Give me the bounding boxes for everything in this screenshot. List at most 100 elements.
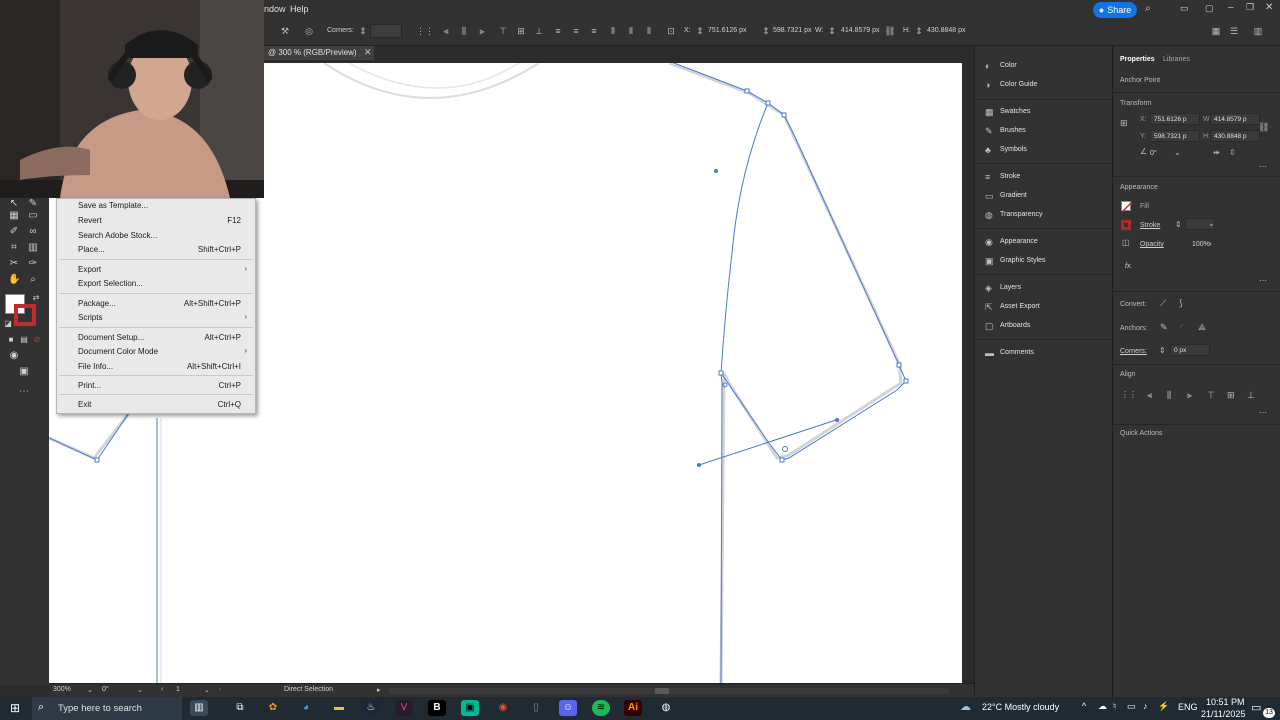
obs-icon[interactable]: ◍ — [657, 700, 675, 716]
more-options-icon[interactable]: ⋯ — [1259, 162, 1267, 171]
direct-selection-icon[interactable]: ↖ — [8, 198, 20, 210]
edge-icon[interactable]: ◕ — [297, 700, 315, 716]
connect-anchors-icon[interactable]: ⟁ — [1198, 322, 1206, 333]
app-green-icon[interactable]: ▣ — [461, 700, 479, 716]
notification-icon[interactable]: ▭ — [1251, 701, 1261, 714]
none-icon[interactable]: ⊘ — [31, 334, 43, 346]
fill-swatch[interactable] — [1121, 201, 1133, 213]
illustrator-icon[interactable]: Ai — [624, 700, 642, 716]
books-icon[interactable]: ▥ — [190, 700, 208, 716]
discord-icon[interactable]: ☺ — [559, 700, 577, 716]
arrange-icon[interactable]: ▢ — [1205, 3, 1214, 14]
panel-appearance[interactable]: ◉ Appearance — [985, 235, 1105, 251]
search-icon[interactable]: ⌕ — [1145, 3, 1151, 14]
menu-item-document-setup[interactable]: Document Setup... Alt+Ctrl+P — [57, 331, 255, 345]
link-icon[interactable]: ⛓ — [884, 26, 896, 36]
align-top-icon[interactable]: ⊤ — [497, 26, 509, 36]
convert-corner-icon[interactable]: ⟋ — [1160, 298, 1166, 309]
app-gray-icon[interactable]: ▯ — [527, 700, 545, 716]
steam-icon[interactable]: ♨ — [362, 700, 380, 716]
distribute-bottom-icon[interactable]: ≡ — [588, 26, 600, 36]
panel-brushes[interactable]: ✎ Brushes — [985, 124, 1105, 140]
panel-color[interactable]: ◐ Color — [985, 59, 1105, 75]
taskbar-search-box[interactable]: ⌕ Type here to search — [32, 697, 182, 720]
menu-item-revert[interactable]: Revert F12 — [57, 214, 255, 228]
rectangle-icon[interactable]: ▭ — [27, 210, 39, 222]
slice-icon[interactable]: ✂ — [8, 258, 20, 270]
align-right-icon[interactable]: ⫸ — [476, 26, 488, 36]
task-view-icon[interactable]: ⧉ — [231, 700, 249, 716]
zoom-icon[interactable]: ⌕ — [27, 274, 39, 286]
windows-start-icon[interactable]: ⊞ — [10, 701, 20, 715]
blend-icon[interactable]: ∞ — [27, 226, 39, 238]
globe-icon[interactable]: ◎ — [303, 26, 315, 36]
stepper-icon[interactable]: ⇕ — [1175, 220, 1182, 229]
align-middle-icon[interactable]: ⊞ — [1227, 390, 1235, 401]
chevron-down-icon[interactable]: ⌄ — [1174, 148, 1181, 157]
convert-smooth-icon[interactable]: ⟆ — [1179, 298, 1183, 309]
y-stepper-icon[interactable]: ⇕ — [760, 26, 772, 36]
battery-icon[interactable]: ⚡ — [1158, 701, 1169, 712]
graph-icon[interactable]: ▥ — [27, 242, 39, 254]
menu-item-package[interactable]: Package... Alt+Shift+Ctrl+P — [57, 297, 255, 311]
corners-field[interactable]: 0 px — [1170, 344, 1210, 356]
wrench-icon[interactable]: ⚒ — [279, 26, 291, 36]
chevron-up-icon[interactable]: ^ — [1082, 701, 1086, 711]
vegas-icon[interactable]: V — [395, 700, 413, 716]
chevron-down-icon[interactable]: ⌄ — [1208, 219, 1215, 228]
horizontal-scrollbar[interactable] — [389, 688, 949, 694]
h-value[interactable]: 430.8848 px — [927, 27, 966, 34]
distribute-left-icon[interactable]: ⦀ — [607, 26, 619, 36]
panel-artboards[interactable]: ▢ Artboards — [985, 319, 1105, 335]
stroke-swatch[interactable] — [1121, 220, 1131, 230]
tab-libraries[interactable]: Libraries — [1163, 56, 1190, 63]
panel-graphic-styles[interactable]: ▣ Graphic Styles — [985, 254, 1105, 270]
language-indicator[interactable]: ENG — [1178, 702, 1198, 712]
workspace-icon[interactable]: ▭ — [1180, 3, 1189, 14]
menu-item-export[interactable]: Export › — [57, 263, 255, 277]
restore-icon[interactable]: ❐ — [1246, 2, 1254, 13]
panel-color-guide[interactable]: ◑ Color Guide — [985, 78, 1105, 94]
align-menu-icon[interactable]: ⋮⋮ — [416, 26, 434, 36]
panel-symbols[interactable]: ♣ Symbols — [985, 143, 1105, 159]
flip-vertical-icon[interactable]: ⇳ — [1229, 148, 1236, 157]
draw-mode-icon[interactable]: ◉ — [8, 350, 20, 362]
panel-comments[interactable]: ▬ Comments — [985, 346, 1105, 362]
distribute-middle-icon[interactable]: ≡ — [570, 26, 582, 36]
w-value[interactable]: 414.8579 px — [841, 27, 880, 34]
align-left-icon[interactable]: ⫷ — [1147, 390, 1152, 401]
panel-swatches[interactable]: ▦ Swatches — [985, 105, 1105, 121]
copilot-icon[interactable]: ✿ — [264, 700, 282, 716]
bandlab-icon[interactable]: B — [428, 700, 446, 716]
more-options-icon[interactable]: ⋯ — [1259, 276, 1267, 285]
eyedropper-icon[interactable]: ✐ — [8, 226, 20, 238]
align-top-icon[interactable]: ⊤ — [1207, 390, 1215, 401]
menu-item-file-info[interactable]: File Info... Alt+Shift+Ctrl+I — [57, 360, 255, 374]
align-bottom-icon[interactable]: ⊥ — [533, 26, 545, 36]
w-stepper-icon[interactable]: ⇕ — [826, 26, 838, 36]
weather-text[interactable]: 22°C Mostly cloudy — [982, 702, 1059, 712]
crop-icon[interactable]: ⌗ — [8, 242, 20, 254]
document-tab[interactable]: @ 300 % (RGB/Preview) — [264, 46, 374, 60]
panel-stroke[interactable]: ≡ Stroke — [985, 170, 1105, 186]
cloud-icon[interactable]: ☁ — [1098, 701, 1107, 712]
screen-mode-icon[interactable]: ▣ — [18, 366, 30, 378]
file-explorer-icon[interactable]: ▬ — [330, 700, 348, 716]
panel-gradient[interactable]: ▭ Gradient — [985, 189, 1105, 205]
stroke-swatch[interactable] — [14, 304, 36, 326]
clock-date[interactable]: 21/11/2025 — [1201, 709, 1245, 719]
menu-item-place[interactable]: Place... Shift+Ctrl+P — [57, 243, 255, 257]
x-field[interactable]: 751.6126 p — [1150, 113, 1200, 125]
fx-button[interactable]: fx. — [1125, 263, 1132, 270]
zoom-level[interactable]: 300% — [53, 686, 71, 693]
distribute-right-icon[interactable]: ⦀ — [643, 26, 655, 36]
artboard-icon[interactable]: ▦ — [8, 210, 20, 222]
stepper-icon[interactable]: ⇕ — [357, 26, 369, 36]
align-left-icon[interactable]: ⫷ — [440, 26, 452, 36]
pen-icon[interactable]: ✎ — [27, 198, 39, 210]
distribute-top-icon[interactable]: ≡ — [552, 26, 564, 36]
panel-asset-export[interactable]: ⇱ Asset Export — [985, 300, 1105, 316]
layout-icon[interactable]: ▥ — [1252, 26, 1264, 36]
align-right-icon[interactable]: ⫸ — [1187, 390, 1192, 401]
close-tab-icon[interactable]: ✕ — [364, 47, 372, 58]
